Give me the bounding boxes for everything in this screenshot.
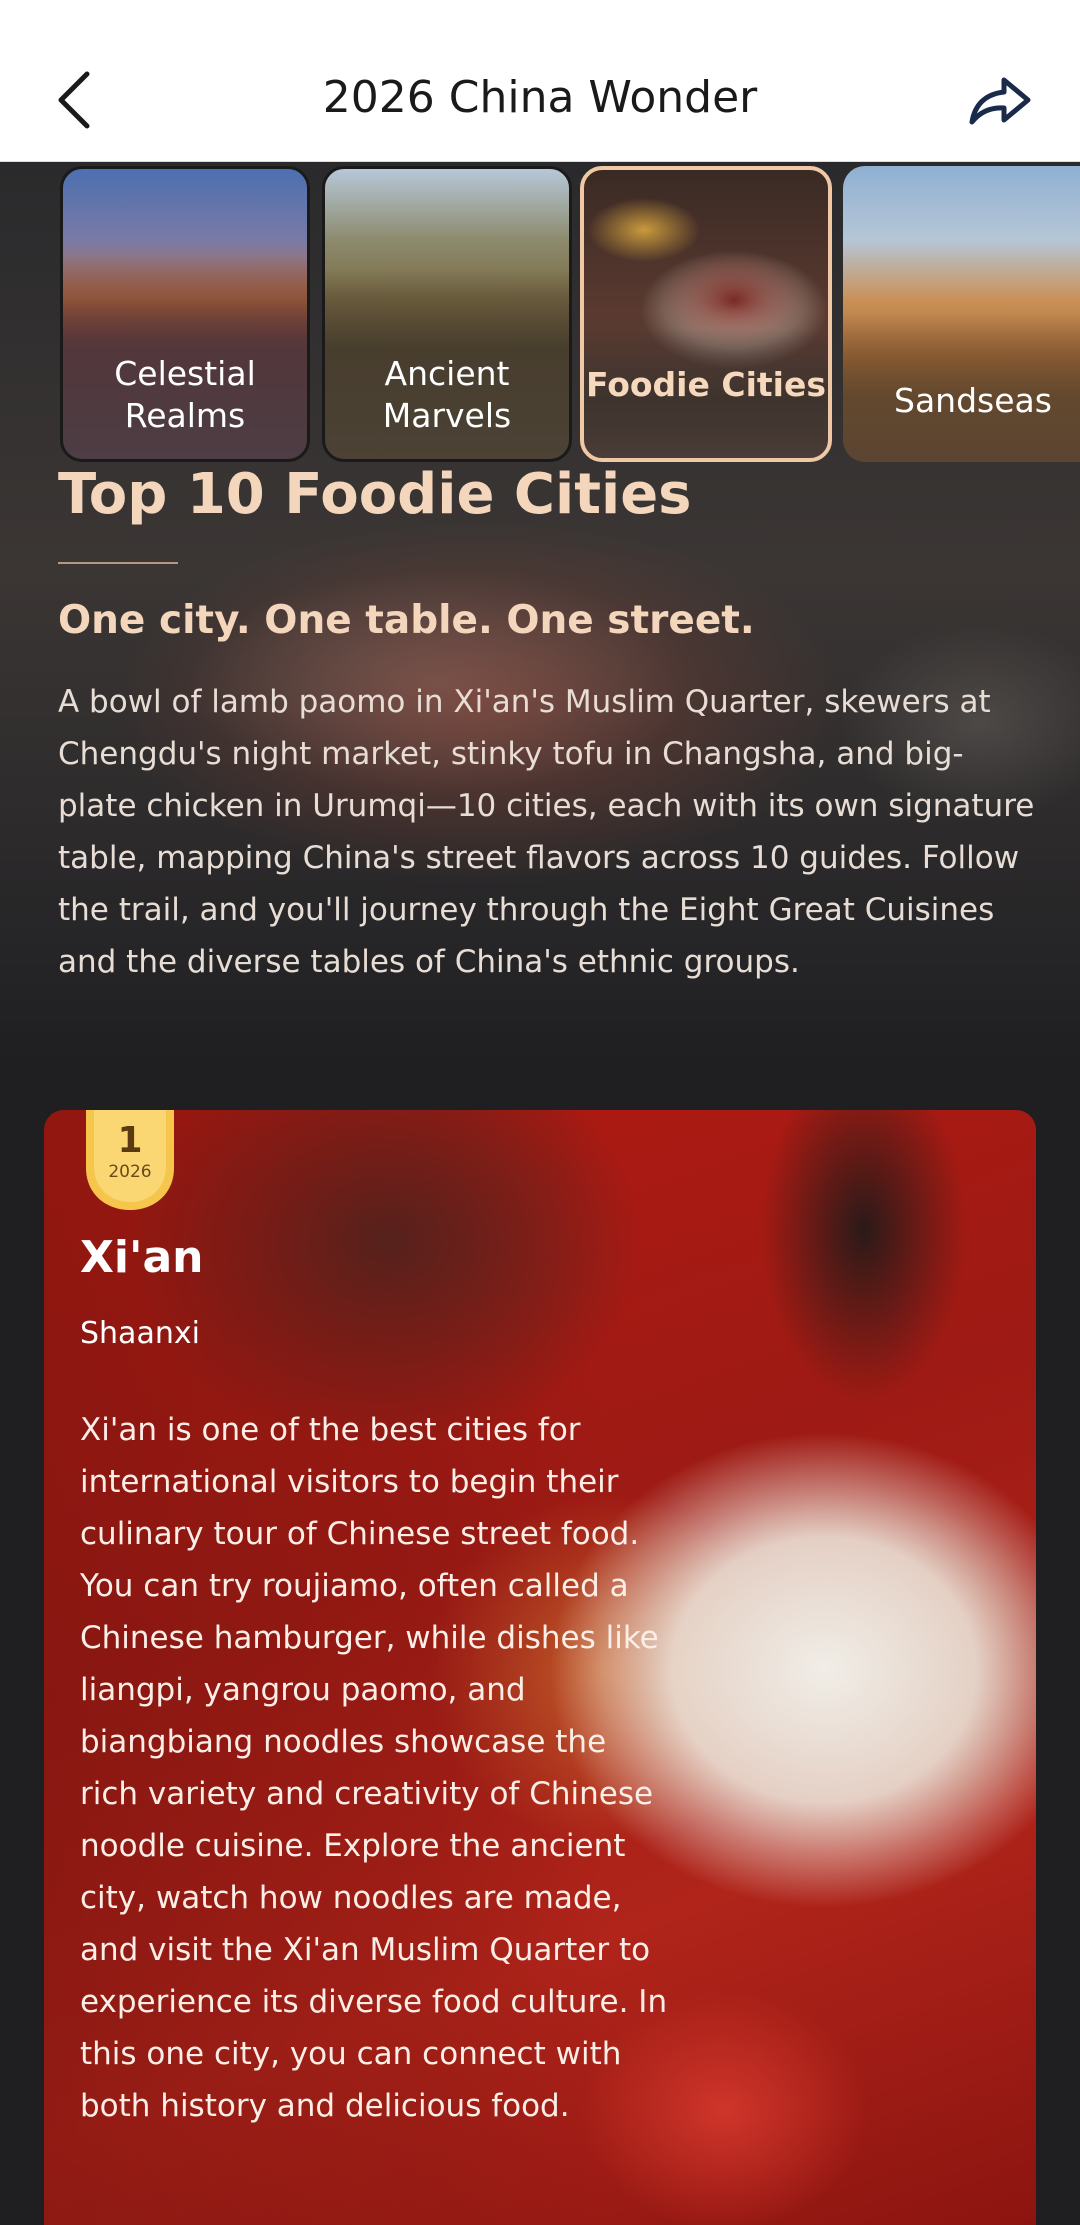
tab-label: Ancient Marvels [382,354,512,435]
share-button[interactable] [960,60,1040,140]
page-title: 2026 China Wonder [322,72,758,123]
app-header: 2026 China Wonder [0,0,1080,162]
rank-badge: 1 2026 [84,1110,176,1210]
share-arrow-icon [969,77,1031,125]
chevron-left-icon [58,71,90,129]
tab-label: Celestial Realms [114,354,256,435]
category-tabs: Celestial Realms Ancient Marvels Foodie … [60,166,1080,464]
tab-sandseas[interactable]: Sandseas [843,166,1080,462]
city-name: Xi'an [80,1232,204,1283]
city-card[interactable]: 1 2026 Xi'an Shaanxi Xi'an is one of the… [44,1110,1036,2225]
province-name: Shaanxi [80,1316,200,1351]
city-description: Xi'an is one of the best cities for inte… [80,1412,668,2124]
tab-foodie-cities[interactable]: Foodie Cities [580,166,832,462]
rank-number: 1 [117,1120,143,1161]
tab-label: Foodie Cities [586,365,826,404]
tab-label: Sandseas [894,381,1052,420]
section-subtitle: One city. One table. One street. [58,598,755,643]
back-button[interactable] [40,60,110,140]
rank-year: 2026 [108,1162,152,1182]
section-description: A bowl of lamb paomo in Xi'an's Muslim Q… [58,684,1035,980]
tab-celestial-realms[interactable]: Celestial Realms [60,166,310,462]
section-divider [58,562,178,564]
section-title: Top 10 Foodie Cities [58,462,692,527]
tab-ancient-marvels[interactable]: Ancient Marvels [322,166,572,462]
